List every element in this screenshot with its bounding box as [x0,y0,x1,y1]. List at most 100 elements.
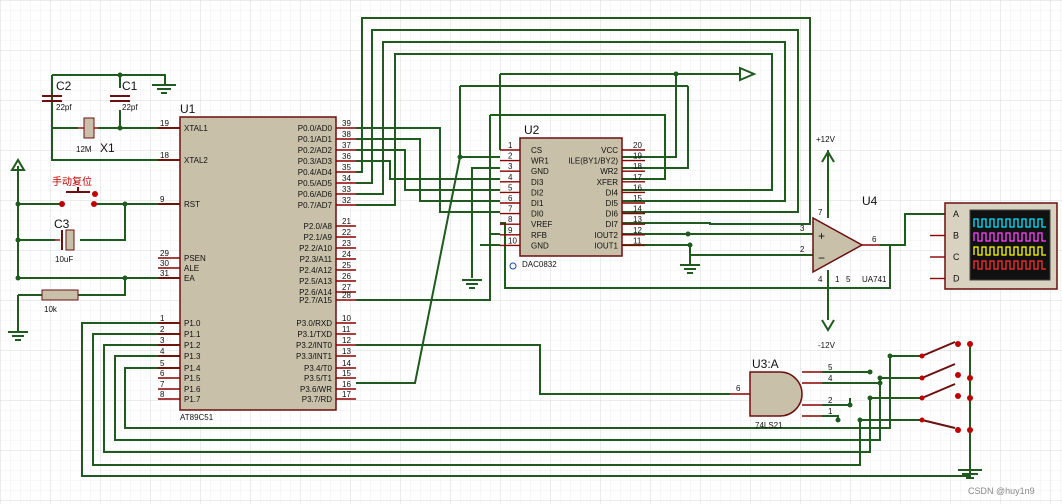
svg-text:−: − [818,251,825,265]
u1-pin-label: P3.3/INT1 [296,352,333,361]
u1-pin-label: P1.6 [184,385,201,394]
u1-pin-label: P1.0 [184,319,201,328]
u1-pin-label: P1.1 [184,330,201,339]
u2-pin-number: 17 [633,173,642,182]
u2-pin-label: ILE(BY1/BY2) [568,157,618,166]
u4-pin-minus: 2 [800,245,805,254]
u1-pin-number: 21 [342,217,351,226]
u2-pin-number: 12 [633,226,642,235]
u2-pin-label: XFER [597,178,619,187]
u1-ref: U1 [180,102,196,116]
u1-pin-label: P1.4 [184,364,201,373]
u2-pin-label: DI5 [606,199,619,208]
u1-pin-number: 2 [160,325,165,334]
u1-pin-number: 24 [342,250,351,259]
u1-pin-label: P0.1/AD1 [298,135,333,144]
u2-pin-label: DI3 [531,178,544,187]
c1-ref: C1 [122,79,138,93]
u2-pin-number: 15 [633,194,642,203]
u2-pin-label: GND [531,241,549,250]
u2-pin-number: 8 [508,215,513,224]
u2-pin-label: DI4 [606,188,619,197]
u2-ref: U2 [524,123,540,137]
u1-pin-label: P3.4/T0 [304,364,333,373]
c2-value: 22pf [56,103,72,112]
u1-pin-number: 36 [342,152,351,161]
u1-pin-number: 4 [160,347,165,356]
u1-pin-label: P2.2/A10 [299,244,332,253]
u4-pin-offset5: 5 [846,275,851,284]
reset-button-label: 手动复位 [52,175,92,188]
u1-pin-label: P3.1/TXD [297,330,332,339]
u2-pin-label: DI1 [531,199,544,208]
scope-channel-label: D [953,274,960,284]
u1-pin-label: P1.3 [184,352,201,361]
u2-pin-number: 7 [508,205,513,214]
scope-channel-label: C [953,252,960,262]
u2-pin-label: DI6 [606,210,619,219]
schematic-canvas: U1 AT89C51 19XTAL118XTAL29RST29PSEN30ALE… [0,0,1062,504]
u1-pin-number: 34 [342,174,351,183]
u1-pin-number: 19 [160,119,169,128]
oscilloscope[interactable]: A B C D [930,202,1058,290]
u1-pin-label: EA [184,274,195,283]
u1-pin-label: P3.0/RXD [296,319,332,328]
u1-pin-label: P2.0/A8 [304,222,333,231]
u2-pin-label: VCC [601,146,618,155]
u2-pin-label: WR2 [600,167,618,176]
u2-pin-label: RFB [531,231,547,240]
u1-pin-number: 31 [160,269,169,278]
x1-ref: X1 [100,141,115,155]
u1-pin-label: P0.5/AD5 [298,179,333,188]
u1-pin-label: P2.5/A13 [299,277,332,286]
u1-pin-label: P3.2/INT0 [296,341,333,350]
u1-pin-number: 17 [342,390,351,399]
u1-pin-number: 7 [160,380,165,389]
u3-pin-in3: 2 [828,396,833,405]
u1-pin-number: 35 [342,163,351,172]
u1-pin-label: P1.7 [184,395,201,404]
u3-pin-out: 6 [736,384,741,393]
u2-pin-label: DI0 [531,210,544,219]
u1-pin-label: P0.3/AD3 [298,157,333,166]
u1-part: AT89C51 [180,413,214,422]
u1-pin-number: 18 [160,151,169,160]
u1-pin-label: P3.7/RD [302,395,332,404]
u2-pin-number: 18 [633,162,642,171]
u1-pin-label: P0.6/AD6 [298,190,333,199]
u1-pin-number: 38 [342,130,351,139]
u2-pin-number: 13 [633,215,642,224]
u1-microcontroller[interactable]: U1 AT89C51 19XTAL118XTAL29RST29PSEN30ALE… [158,102,356,422]
u1-pin-label: XTAL1 [184,124,208,133]
u1-pin-number: 13 [342,347,351,356]
u2-pin-number: 20 [633,141,642,150]
u3-pin-in1: 5 [828,363,833,372]
c3-value: 10uF [55,255,73,264]
u1-pin-number: 3 [160,336,165,345]
u2-pin-label: GND [531,167,549,176]
u1-pin-number: 16 [342,380,351,389]
u2-pin-number: 5 [508,183,513,192]
u1-pin-label: P2.1/A9 [304,233,333,242]
u2-pin-number: 14 [633,205,642,214]
u2-pin-number: 16 [633,183,642,192]
watermark: CSDN @huy1n9 [968,486,1035,496]
u2-pin-number: 10 [508,236,517,245]
u1-pin-label: PSEN [184,254,206,263]
u4-pin-vpos: 7 [818,208,823,217]
c2-ref: C2 [56,79,72,93]
u1-pin-label: P3.6/WR [300,385,332,394]
scope-channel-label: B [953,231,959,241]
u1-pin-label: P0.7/AD7 [298,201,333,210]
c1-value: 22pf [122,103,138,112]
u1-pin-number: 33 [342,185,351,194]
u1-pin-label: P0.4/AD4 [298,168,333,177]
u1-pin-label: P2.4/A12 [299,266,332,275]
u1-pin-number: 11 [342,325,351,334]
u2-pin-label: IOUT1 [594,241,618,250]
u2-pin-label: WR1 [531,157,549,166]
u4-pin-vneg: 4 [818,275,823,284]
u2-pin-label: DI7 [606,220,619,229]
u1-pin-label: P2.3/A11 [300,255,333,264]
u1-pin-label: P3.5/T1 [304,374,333,383]
